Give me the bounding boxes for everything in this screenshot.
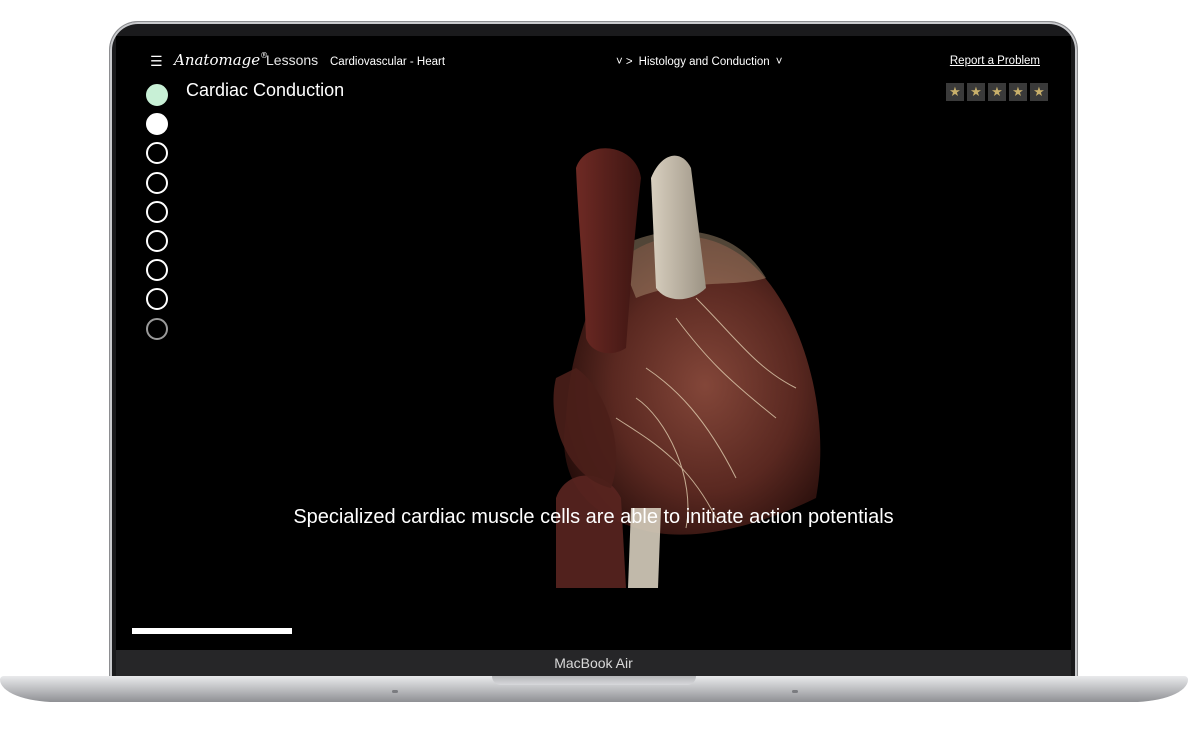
star-icon[interactable]: ★	[946, 83, 964, 101]
hamburger-icon[interactable]: ☰	[150, 54, 163, 70]
laptop-bezel-chin: MacBook Air	[116, 650, 1071, 676]
step-circle[interactable]	[146, 113, 168, 136]
step-circle[interactable]	[146, 288, 168, 311]
step-circle[interactable]	[146, 229, 168, 252]
laptop-foot-right	[792, 690, 798, 693]
step-circle[interactable]	[146, 200, 168, 223]
step-indicator	[146, 84, 168, 347]
chapter-nav-arrows[interactable]: ˅ >	[616, 56, 633, 68]
star-rating[interactable]: ★ ★ ★ ★ ★	[946, 83, 1048, 101]
laptop-foot-left	[392, 690, 398, 693]
lesson-caption: Specialized cardiac muscle cells are abl…	[293, 506, 894, 528]
lesson-title: Cardiac Conduction	[186, 80, 345, 100]
anatomage-logo: Anatomage®	[174, 51, 269, 69]
star-icon[interactable]: ★	[1009, 83, 1027, 101]
step-circle[interactable]	[146, 171, 168, 194]
step-circle[interactable]	[146, 142, 168, 165]
step-circle[interactable]	[146, 317, 168, 340]
star-icon[interactable]: ★	[1030, 83, 1048, 101]
star-icon[interactable]: ★	[988, 83, 1006, 101]
app-screen: ☰ Anatomage® Lessons Cardiovascular - He…	[116, 36, 1071, 650]
device-label: MacBook Air	[554, 655, 633, 671]
star-icon[interactable]: ★	[967, 83, 985, 101]
lessons-label: Lessons	[266, 52, 319, 68]
lesson-progress-fill	[132, 628, 292, 634]
step-circle[interactable]	[146, 84, 168, 106]
course-title: Cardiovascular - Heart	[330, 56, 446, 68]
step-circle[interactable]	[146, 259, 168, 282]
chevron-down-icon[interactable]: ˅	[776, 56, 783, 68]
report-problem-link[interactable]: Report a Problem	[950, 55, 1040, 67]
chapter-title[interactable]: Histology and Conduction	[639, 56, 770, 68]
laptop-notch	[492, 676, 696, 685]
lesson-progress-bar[interactable]	[132, 628, 292, 634]
chapter-dropdown[interactable]: ˅ > Histology and Conduction ˅	[616, 56, 782, 68]
